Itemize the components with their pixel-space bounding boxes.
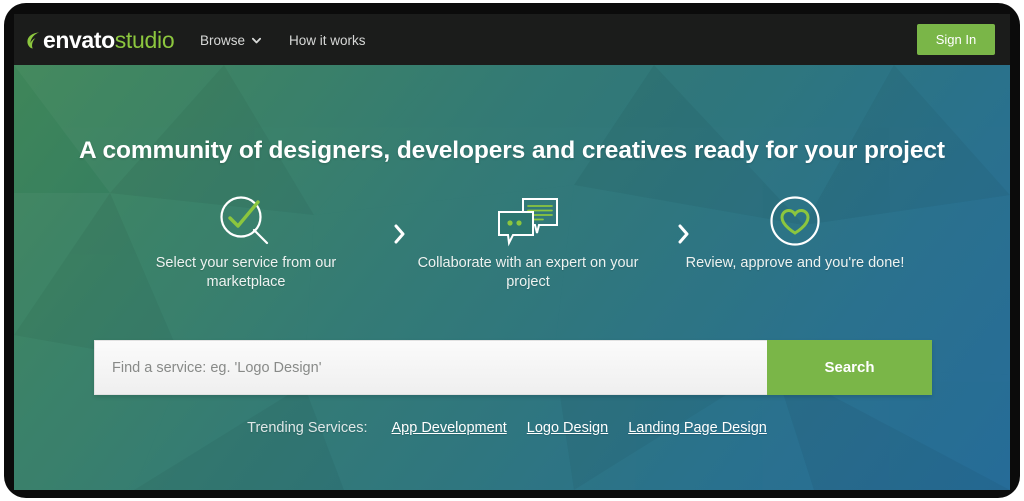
trending-link-landing-page-design[interactable]: Landing Page Design (628, 420, 767, 436)
step-3-icon-wrap (680, 193, 910, 249)
sign-in-button[interactable]: Sign In (917, 24, 995, 55)
trending-services-label: Trending Services: (247, 420, 368, 436)
chevron-right-icon (394, 224, 404, 244)
heart-circle-icon (770, 196, 820, 246)
page-title: A community of designers, developers and… (79, 137, 945, 164)
site-logo[interactable]: envato studio (27, 26, 175, 53)
search-input[interactable] (94, 340, 767, 395)
step-item-review-approve: Review, approve and you're done! (680, 193, 910, 273)
hero-section: A community of designers, developers and… (14, 65, 1010, 490)
logo-text-primary: envato (43, 26, 115, 53)
step-separator-1 (389, 221, 409, 247)
steps-row: Select your service from our marketplace (14, 193, 1010, 303)
step-item-collaborate: Collaborate with an expert on your proje… (413, 193, 643, 292)
nav-item-how-it-works-label: How it works (289, 33, 366, 48)
browser-viewport: envato studio Browse How it works Sign In (14, 14, 1010, 490)
step-3-label: Review, approve and you're done! (685, 255, 905, 271)
step-2-icon-wrap (413, 193, 643, 249)
chevron-down-icon (252, 37, 262, 44)
trending-link-logo-design[interactable]: Logo Design (527, 420, 608, 436)
logo-text-secondary: studio (114, 26, 175, 53)
trending-services: Trending Services: App Development Logo De… (14, 420, 1010, 436)
hero-content: A community of designers, developers and… (14, 65, 1010, 490)
trending-link-app-development[interactable]: App Development (392, 420, 507, 436)
step-item-select-service: Select your service from our marketplace (131, 193, 361, 292)
step-2-label: Collaborate with an expert on your proje… (417, 255, 639, 290)
nav-inner: envato studio Browse How it works Sign In (14, 14, 1010, 65)
magnifier-check-icon (220, 196, 269, 245)
search-bar: Search (94, 340, 932, 395)
search-button[interactable]: Search (767, 340, 932, 395)
nav-item-how-it-works[interactable]: How it works (289, 33, 366, 48)
nav-item-browse[interactable]: Browse (200, 33, 262, 48)
nav-item-browse-label: Browse (200, 33, 246, 48)
leaf-icon (27, 31, 40, 48)
step-1-label: Select your service from our marketplace (155, 255, 337, 290)
top-navigation-bar: envato studio Browse How it works Sign In (14, 14, 1010, 65)
step-1-icon-wrap (131, 193, 361, 249)
chat-bubbles-icon (498, 198, 558, 247)
device-frame: envato studio Browse How it works Sign In (4, 3, 1020, 498)
